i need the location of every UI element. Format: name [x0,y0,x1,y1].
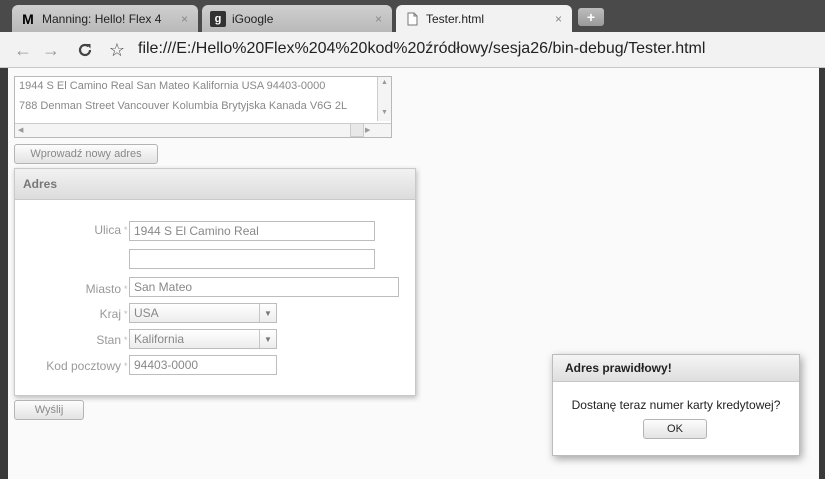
chevron-down-icon[interactable]: ▼ [259,330,276,348]
required-marker: * [124,335,128,345]
forward-button[interactable]: → [40,38,62,62]
street-line2-input[interactable] [129,249,375,269]
ok-button[interactable]: OK [643,419,707,439]
street-line1-input[interactable]: 1944 S El Camino Real [129,221,375,241]
tab-close-icon[interactable]: × [375,12,382,26]
alert-message: Dostanę teraz numer karty kredytowej? [571,398,781,412]
city-label: Miasto [85,282,121,296]
new-address-button[interactable]: Wprowadź nowy adres [14,144,158,164]
postal-code-input[interactable]: 94403-0000 [129,355,277,375]
star-icon: ☆ [108,39,126,60]
page-icon [404,11,420,27]
state-select[interactable]: Kalifornia ▼ [129,329,277,349]
list-item[interactable]: 1944 S El Camino Real San Mateo Kaliforn… [19,80,375,92]
tab-title: Tester.html [426,11,485,26]
country-select[interactable]: USA ▼ [129,303,277,323]
required-marker: * [124,284,128,294]
igoogle-favicon-icon: g [210,10,226,27]
submit-button[interactable]: Wyślij [14,400,84,420]
panel-title: Adres [15,169,415,200]
address-bar[interactable]: file:///E:/Hello%20Flex%204%20kod%20źród… [138,40,705,58]
country-value: USA [134,306,159,320]
reload-button[interactable] [74,38,96,62]
tab-tester[interactable]: Tester.html × [396,5,572,32]
new-tab-button[interactable]: + [578,8,604,26]
tab-close-icon[interactable]: × [181,12,188,26]
scroll-thumb[interactable] [350,123,364,137]
required-marker: * [124,309,128,319]
horizontal-scrollbar[interactable]: ◀ ▶ [15,123,391,137]
address-form-panel: Adres Ulica * 1944 S El Camino Real Mias… [14,168,416,396]
bookmark-star-button[interactable]: ☆ [106,38,128,62]
alert-title: Adres prawidłowy! [553,355,799,382]
browser-window: M Manning: Hello! Flex 4 × g iGoogle × T… [0,0,825,479]
browser-toolbar: ← → ☆ file:///E:/Hello%20Flex%204%20kod%… [0,32,825,68]
state-value: Kalifornia [134,332,185,346]
tab-title: Manning: Hello! Flex 4 [42,11,162,26]
tab-close-icon[interactable]: × [555,12,562,26]
address-list[interactable]: 1944 S El Camino Real San Mateo Kaliforn… [14,76,392,138]
city-input[interactable]: San Mateo [129,277,399,297]
street-label: Ulica [94,223,121,237]
back-arrow-icon: ← [14,39,32,60]
tab-igoogle[interactable]: g iGoogle × [202,5,392,32]
country-label: Kraj [99,307,121,321]
alert-dialog: Adres prawidłowy! Dostanę teraz numer ka… [552,354,800,456]
scroll-right-icon[interactable]: ▶ [365,126,370,134]
postal-code-label: Kod pocztowy [46,359,121,373]
vertical-scrollbar[interactable]: ▲ ▼ [377,77,391,121]
reload-icon [78,43,92,57]
list-item[interactable]: 788 Denman Street Vancouver Kolumbia Bry… [19,100,375,112]
tab-manning[interactable]: M Manning: Hello! Flex 4 × [12,5,198,32]
scroll-up-icon[interactable]: ▲ [381,79,388,86]
state-label: Stan [96,333,121,347]
manning-favicon-icon: M [22,10,34,27]
forward-arrow-icon: → [42,39,60,60]
scroll-left-icon[interactable]: ◀ [18,126,23,134]
required-marker: * [124,361,128,371]
scroll-down-icon[interactable]: ▼ [381,109,388,116]
back-button[interactable]: ← [12,38,34,62]
tab-strip: M Manning: Hello! Flex 4 × g iGoogle × T… [0,0,825,32]
required-marker: * [124,225,128,235]
tab-title: iGoogle [232,11,274,26]
plus-icon: + [586,9,596,25]
chevron-down-icon[interactable]: ▼ [259,304,276,322]
